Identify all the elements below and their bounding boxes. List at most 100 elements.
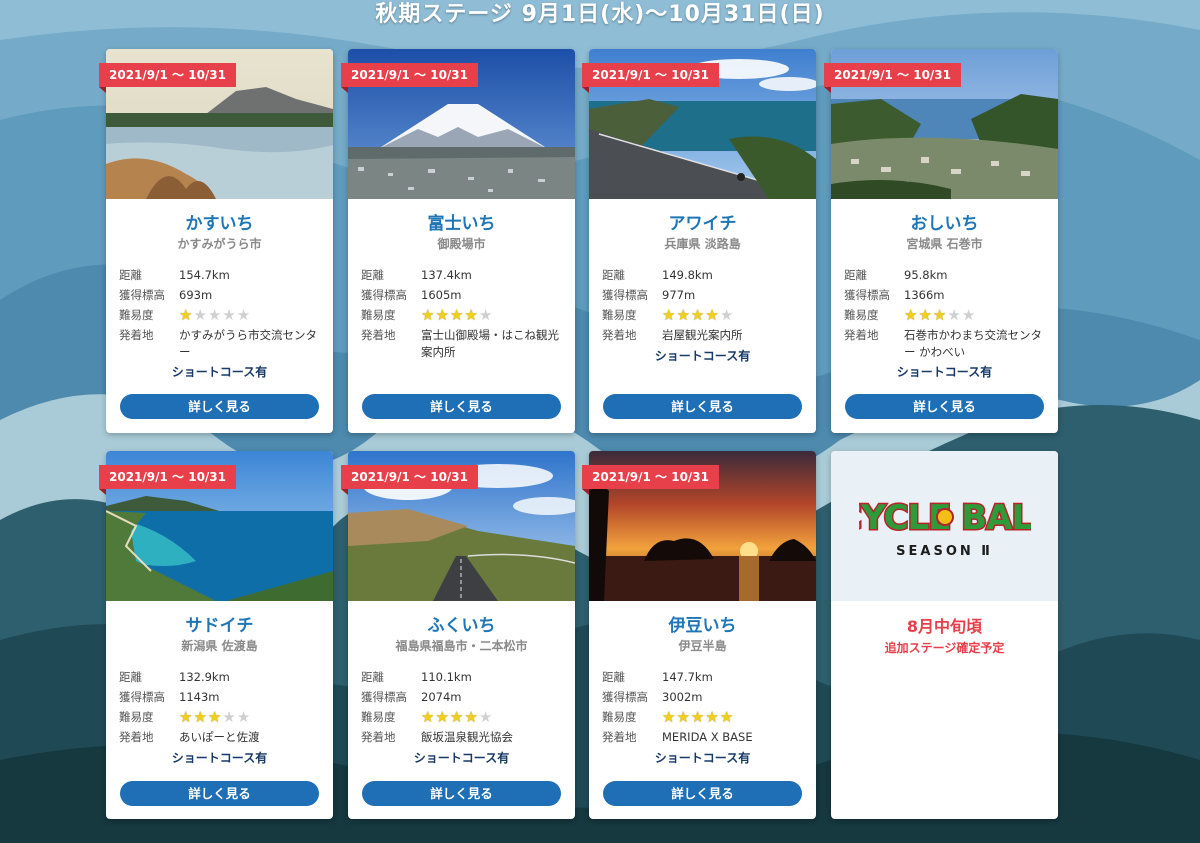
date-tag: 2021/9/1 〜 10/31	[824, 63, 962, 93]
start-label: 発着地	[361, 730, 396, 744]
star-icon: ★	[236, 708, 251, 726]
star-icon: ★	[478, 708, 493, 726]
stage-name: おしいち	[910, 214, 979, 234]
distance-label: 距離	[119, 670, 142, 684]
stage-area: 宮城県 石巻市	[906, 237, 983, 251]
difficulty-label: 難易度	[119, 308, 154, 322]
stage-specs: 距離 137.4km 獲得標高 1605m 難易度 ★ ★ ★ ★ ★ 発着地 富士山御殿場・は…	[361, 265, 567, 361]
distance-value: 137.4km	[421, 267, 472, 282]
star-icon: ★	[662, 306, 676, 324]
star-icon: ★	[719, 306, 734, 324]
star-icon: ★	[705, 708, 719, 726]
star-icon: ★	[904, 306, 918, 324]
elevation-label: 獲得標高	[844, 288, 890, 302]
short-course-note: ショートコース有	[654, 349, 751, 363]
stage-specs: 距離 147.7km 獲得標高 3002m 難易度 ★ ★ ★ ★ ★ 発着地 MERIDA X…	[602, 667, 808, 747]
star-icon: ★	[435, 708, 449, 726]
stage-card-fujiichi: 2021/9/1 〜 10/31 富士いち 御殿場市 距離 137.4km 獲得標…	[341, 49, 575, 433]
promo-card-cycle-ball: CYCLE BALL SEASON Ⅱ 8月中旬頃 追加ステージ確定予定	[831, 451, 1058, 819]
star-icon: ★	[449, 306, 464, 324]
cycle-ball-logo: CYCLE BALL	[859, 497, 1031, 540]
star-icon: ★	[449, 708, 464, 726]
star-icon: ★	[421, 708, 435, 726]
page-header: 秋期ステージ 9月1日(水)〜10月31日(日)	[0, 0, 1200, 32]
star-icon: ★	[207, 306, 222, 324]
distance-value: 95.8km	[904, 267, 948, 282]
start-label: 発着地	[602, 328, 637, 342]
stage-specs: 距離 132.9km 獲得標高 1143m 難易度 ★ ★ ★ ★ ★ 発着地 あいぽーと佐渡	[119, 667, 325, 747]
stage-card-oshiichi: 2021/9/1 〜 10/31 おしいち 宮城県 石巻市 距離 95.8km 獲…	[824, 49, 1058, 433]
distance-label: 距離	[602, 268, 625, 282]
distance-label: 距離	[119, 268, 142, 282]
short-course-note: ショートコース有	[171, 365, 268, 379]
difficulty-stars: ★ ★ ★ ★ ★	[904, 305, 975, 325]
date-tag: 2021/9/1 〜 10/31	[99, 465, 237, 495]
start-label: 発着地	[361, 328, 396, 342]
star-icon: ★	[222, 306, 236, 324]
elevation-value: 1143m	[179, 689, 220, 704]
short-course-note: ショートコース有	[654, 751, 751, 765]
difficulty-label: 難易度	[602, 308, 637, 322]
detail-button[interactable]: 詳しく見る	[120, 781, 319, 806]
start-label: 発着地	[602, 730, 637, 744]
start-label: 発着地	[119, 730, 154, 744]
star-icon: ★	[207, 708, 222, 726]
detail-button[interactable]: 詳しく見る	[362, 781, 561, 806]
star-icon: ★	[193, 708, 207, 726]
stage-name: かすいち	[185, 214, 254, 234]
start-value: 飯坂温泉観光協会	[421, 729, 513, 744]
distance-label: 距離	[361, 268, 384, 282]
difficulty-stars: ★ ★ ★ ★ ★	[662, 707, 733, 727]
difficulty-label: 難易度	[361, 308, 396, 322]
detail-button[interactable]: 詳しく見る	[845, 394, 1044, 419]
date-tag: 2021/9/1 〜 10/31	[99, 63, 237, 93]
difficulty-label: 難易度	[844, 308, 879, 322]
elevation-value: 977m	[662, 287, 696, 302]
elevation-value: 693m	[179, 287, 213, 302]
detail-button[interactable]: 詳しく見る	[120, 394, 319, 419]
stage-card-fukuichi: 2021/9/1 〜 10/31 ふくいち 福島県福島市・二本松市 距離 110.…	[341, 451, 575, 819]
star-icon: ★	[947, 306, 961, 324]
star-icon: ★	[179, 306, 193, 324]
stage-area: かすみがうら市	[177, 237, 262, 251]
stage-area: 伊豆半島	[678, 639, 727, 653]
elevation-label: 獲得標高	[119, 288, 165, 302]
star-icon: ★	[918, 306, 932, 324]
stage-name: サドイチ	[185, 616, 254, 636]
difficulty-stars: ★ ★ ★ ★ ★	[662, 305, 733, 325]
star-icon: ★	[690, 306, 705, 324]
difficulty-stars: ★ ★ ★ ★ ★	[179, 707, 250, 727]
difficulty-label: 難易度	[361, 710, 396, 724]
date-tag: 2021/9/1 〜 10/31	[341, 63, 479, 93]
stage-specs: 距離 110.1km 獲得標高 2074m 難易度 ★ ★ ★ ★ ★ 発着地 飯坂温泉観光協会	[361, 667, 567, 747]
distance-value: 149.8km	[662, 267, 713, 282]
difficulty-label: 難易度	[119, 710, 154, 724]
star-icon: ★	[421, 306, 435, 324]
detail-button[interactable]: 詳しく見る	[362, 394, 561, 419]
elevation-value: 1366m	[904, 287, 945, 302]
elevation-label: 獲得標高	[361, 690, 407, 704]
star-icon: ★	[961, 306, 976, 324]
stage-area: 御殿場市	[437, 237, 486, 251]
start-label: 発着地	[119, 328, 154, 342]
start-value: 富士山御殿場・はこね観光案内所	[421, 327, 559, 359]
detail-button[interactable]: 詳しく見る	[603, 781, 802, 806]
promo-season: SEASON Ⅱ	[896, 544, 993, 559]
stage-card-awaichi: 2021/9/1 〜 10/31 アワイチ 兵庫県 淡路島 距離 149.8km …	[582, 49, 816, 433]
distance-value: 132.9km	[179, 669, 230, 684]
elevation-label: 獲得標高	[361, 288, 407, 302]
elevation-value: 3002m	[662, 689, 703, 704]
stage-specs: 距離 149.8km 獲得標高 977m 難易度 ★ ★ ★ ★ ★ 発着地 岩屋観光案内所	[602, 265, 808, 345]
star-icon: ★	[222, 708, 236, 726]
star-icon: ★	[236, 306, 251, 324]
stage-card-kasuichi: 2021/9/1 〜 10/31 かすいち かすみがうら市 距離 154.7km …	[99, 49, 333, 433]
stage-name: 富士いち	[427, 214, 496, 234]
start-value: 岩屋観光案内所	[662, 327, 743, 342]
start-value: かすみがうら市交流センター	[179, 327, 317, 359]
distance-label: 距離	[361, 670, 384, 684]
detail-button[interactable]: 詳しく見る	[603, 394, 802, 419]
short-course-note: ショートコース有	[171, 751, 268, 765]
date-tag: 2021/9/1 〜 10/31	[341, 465, 479, 495]
star-icon: ★	[464, 306, 478, 324]
stage-specs: 距離 154.7km 獲得標高 693m 難易度 ★ ★ ★ ★ ★ 発着地 かすみがうら市交流…	[119, 265, 325, 361]
